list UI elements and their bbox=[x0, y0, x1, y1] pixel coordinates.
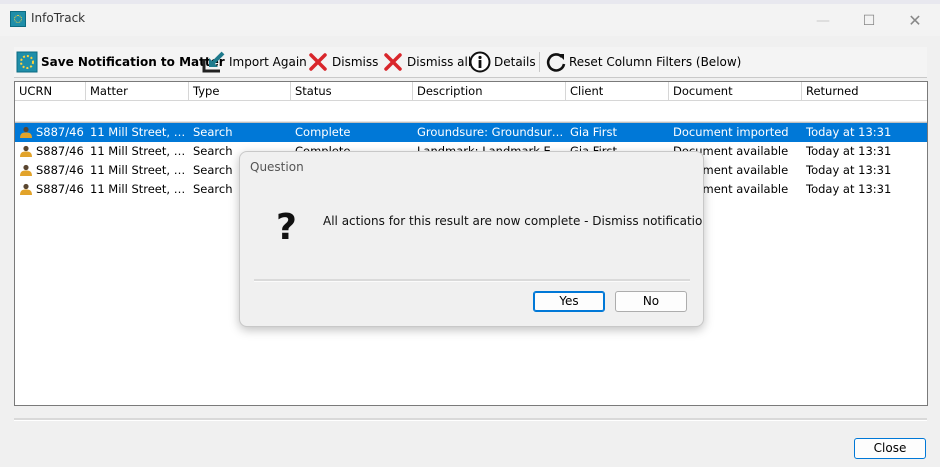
dialog-title: Question bbox=[250, 160, 304, 174]
toolbar-separator bbox=[539, 52, 540, 72]
ucrn-value: S887/46 bbox=[36, 144, 84, 158]
dialog-message: All actions for this result are now comp… bbox=[323, 214, 704, 228]
yes-button[interactable]: Yes bbox=[533, 291, 605, 312]
toolbar: Save Notification to Matter Import Again… bbox=[14, 47, 927, 78]
save-notification-button[interactable]: Save Notification to Matter bbox=[16, 47, 225, 77]
grid-header: UCRN Matter Type Status Description Clie… bbox=[15, 82, 927, 101]
reset-column-filters-button[interactable]: Reset Column Filters (Below) bbox=[545, 47, 741, 77]
question-dialog: Question ? All actions for this result a… bbox=[239, 151, 704, 327]
question-mark-icon: ? bbox=[276, 207, 297, 248]
no-button[interactable]: No bbox=[615, 291, 687, 312]
column-filter-row[interactable] bbox=[15, 101, 927, 122]
column-header-status[interactable]: Status bbox=[291, 82, 413, 100]
dismiss-all-x-icon bbox=[384, 53, 402, 71]
document-cell: Document imported bbox=[673, 125, 789, 139]
column-header-type[interactable]: Type bbox=[189, 82, 291, 100]
matter-cell: 11 Mill Street, Oa... bbox=[90, 163, 189, 177]
returned-cell: Today at 13:31 bbox=[806, 144, 892, 158]
returned-cell: Today at 13:31 bbox=[806, 182, 892, 196]
details-label: Details bbox=[494, 55, 536, 69]
footer-divider bbox=[14, 418, 927, 421]
window-title: InfoTrack bbox=[31, 11, 86, 25]
matter-cell: 11 Mill Street, Oa... bbox=[90, 144, 189, 158]
ucrn-value: S887/46 bbox=[36, 182, 84, 196]
returned-cell: Today at 13:31 bbox=[806, 163, 892, 177]
column-header-returned[interactable]: Returned bbox=[802, 82, 927, 100]
ucrn-value: S887/46 bbox=[36, 125, 84, 139]
import-arrow-icon bbox=[202, 51, 225, 73]
infotrack-app-icon bbox=[10, 11, 26, 27]
dismiss-all-label: Dismiss all bbox=[407, 55, 472, 69]
column-header-ucrn[interactable]: UCRN bbox=[15, 82, 86, 100]
maximize-button[interactable]: ☐ bbox=[847, 8, 891, 34]
column-header-document[interactable]: Document bbox=[669, 82, 802, 100]
title-bar: InfoTrack — ☐ ✕ bbox=[0, 4, 940, 36]
save-notification-label: Save Notification to Matter bbox=[41, 55, 225, 69]
ucrn-cell: S887/46 bbox=[15, 123, 86, 142]
ucrn-cell: S887/46 bbox=[15, 180, 86, 199]
details-button[interactable]: Details bbox=[469, 47, 536, 77]
refresh-icon bbox=[546, 53, 566, 72]
column-header-matter[interactable]: Matter bbox=[86, 82, 189, 100]
column-header-description[interactable]: Description bbox=[413, 82, 566, 100]
person-search-icon bbox=[20, 126, 32, 138]
ucrn-cell: S887/46 bbox=[15, 161, 86, 180]
close-button[interactable]: Close bbox=[854, 438, 926, 459]
returned-cell: Today at 13:31 bbox=[806, 125, 892, 139]
client-cell: Gia First bbox=[570, 125, 618, 139]
description-cell: Groundsure: Groundsure Fl... bbox=[417, 125, 566, 139]
ucrn-value: S887/46 bbox=[36, 163, 84, 177]
import-again-label: Import Again bbox=[229, 55, 307, 69]
column-header-client[interactable]: Client bbox=[566, 82, 669, 100]
person-search-icon bbox=[20, 145, 32, 157]
ucrn-cell: S887/46 bbox=[15, 142, 86, 161]
table-row[interactable]: S887/46 11 Mill Street, Oa... Search Com… bbox=[15, 123, 927, 142]
dismiss-label: Dismiss bbox=[332, 55, 379, 69]
dismiss-button[interactable]: Dismiss bbox=[308, 47, 378, 77]
person-search-icon bbox=[20, 183, 32, 195]
status-cell: Complete bbox=[295, 125, 351, 139]
import-again-button[interactable]: Import Again bbox=[201, 47, 307, 77]
matter-cell: 11 Mill Street, Oa... bbox=[90, 182, 189, 196]
window-close-button[interactable]: ✕ bbox=[893, 8, 937, 34]
info-icon bbox=[469, 51, 491, 73]
minimize-button[interactable]: — bbox=[801, 8, 845, 34]
dismiss-all-button[interactable]: Dismiss all bbox=[383, 47, 471, 77]
save-to-matter-icon bbox=[16, 51, 38, 73]
dismiss-x-icon bbox=[309, 53, 327, 71]
matter-cell: 11 Mill Street, Oa... bbox=[90, 125, 189, 139]
person-search-icon bbox=[20, 164, 32, 176]
type-cell: Search bbox=[193, 125, 233, 139]
dialog-divider bbox=[254, 279, 690, 282]
reset-filters-label: Reset Column Filters (Below) bbox=[569, 55, 742, 69]
